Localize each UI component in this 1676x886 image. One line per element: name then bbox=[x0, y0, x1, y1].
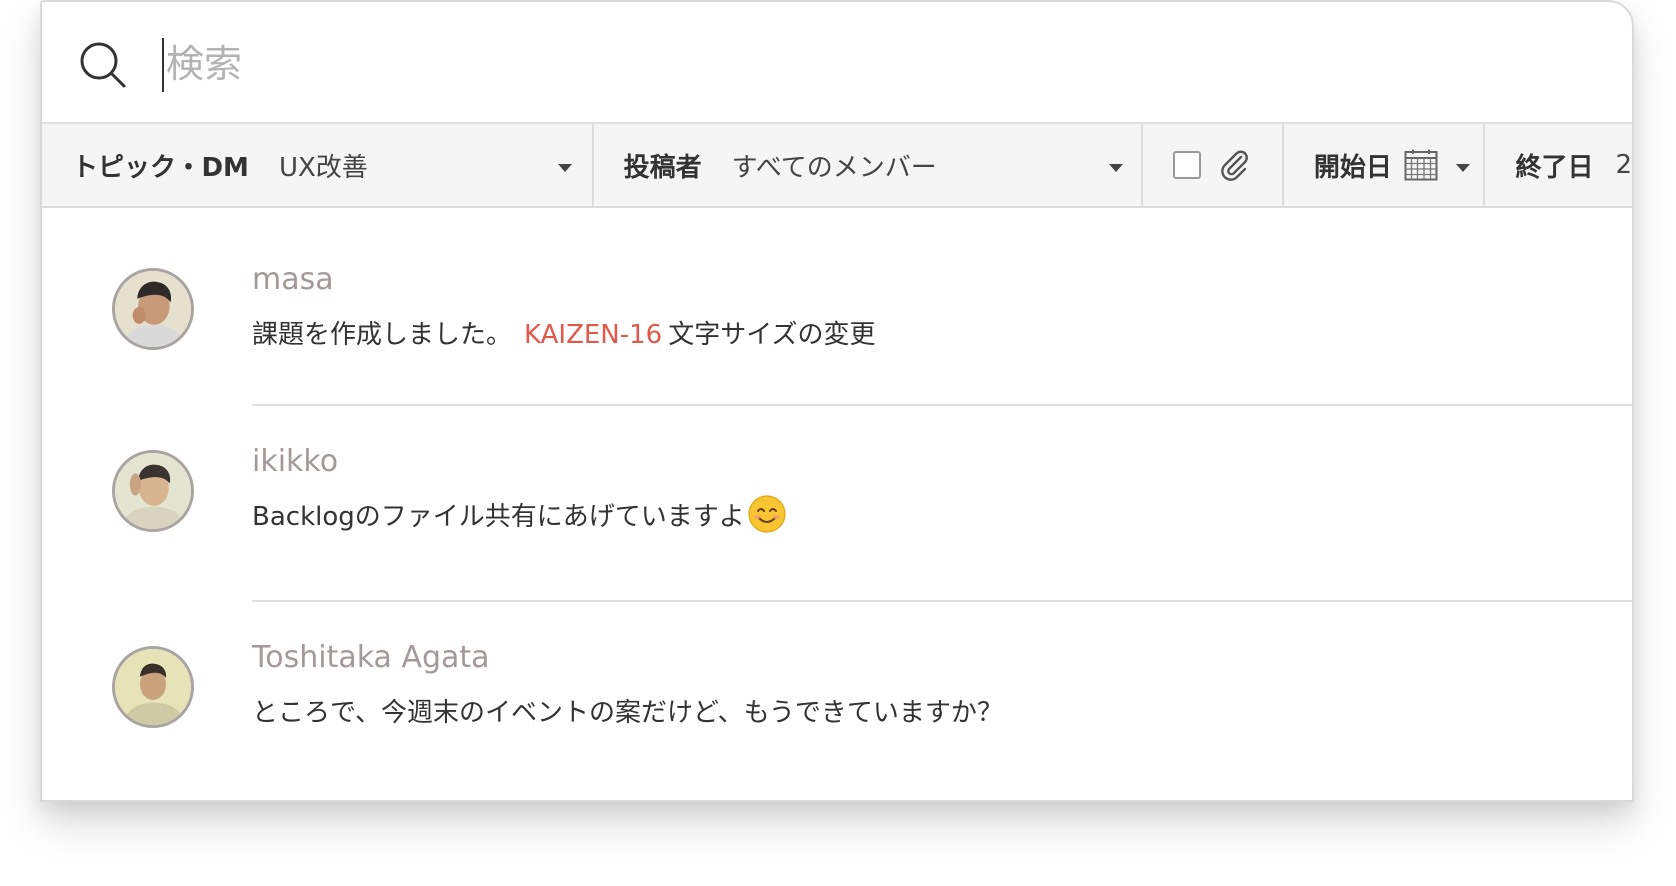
author-filter-label: 投稿者 bbox=[623, 152, 702, 183]
avatar[interactable] bbox=[112, 646, 194, 728]
avatar-photo bbox=[115, 453, 191, 529]
chevron-down-icon bbox=[1455, 164, 1470, 172]
message-text: Backlogのファイル共有にあげていますよ bbox=[252, 494, 787, 538]
start-date-label: 開始日 bbox=[1313, 152, 1392, 183]
message-text-body: ところで、今週末のイベントの案だけど、もうできていますか？ bbox=[252, 698, 1003, 728]
attachment-filter bbox=[1143, 124, 1284, 206]
message-text: ところで、今週末のイベントの案だけど、もうできていますか？ bbox=[252, 692, 1003, 729]
message-author[interactable]: masa bbox=[252, 262, 334, 297]
list-item[interactable]: masa 課題を作成しました。 KAIZEN-16 文字サイズの変更 bbox=[42, 208, 1632, 404]
text-caret bbox=[162, 38, 164, 92]
issue-link[interactable]: KAIZEN-16 bbox=[524, 320, 662, 350]
author-filter-dropdown[interactable]: 投稿者 すべてのメンバー bbox=[594, 124, 1144, 206]
message-text-body: Backlogのファイル共有にあげていますよ bbox=[252, 502, 745, 532]
message-author[interactable]: ikikko bbox=[252, 444, 338, 479]
chevron-down-icon bbox=[1108, 164, 1123, 172]
message-text-after: 文字サイズの変更 bbox=[668, 320, 876, 350]
list-item[interactable]: ikikko Backlogのファイル共有にあげていますよ bbox=[42, 404, 1632, 600]
topic-filter-dropdown[interactable]: トピック・DM UX改善 bbox=[42, 124, 594, 206]
attachment-only-checkbox[interactable] bbox=[1173, 151, 1202, 179]
calendar-icon bbox=[1404, 149, 1438, 181]
message-text: 課題を作成しました。 KAIZEN-16 文字サイズの変更 bbox=[252, 314, 875, 351]
search-input[interactable] bbox=[162, 36, 1066, 92]
smiling-face-emoji bbox=[748, 494, 786, 533]
paperclip-icon bbox=[1221, 150, 1249, 181]
search-panel: トピック・DM UX改善 投稿者 すべてのメンバー 開始日 bbox=[40, 0, 1634, 802]
start-date-filter[interactable]: 開始日 bbox=[1284, 124, 1486, 206]
chevron-down-icon bbox=[558, 164, 572, 172]
author-filter-value: すべてのメンバー bbox=[731, 152, 937, 183]
search-icon[interactable] bbox=[78, 40, 128, 90]
topic-filter-value: UX改善 bbox=[278, 152, 368, 183]
message-text-before: 課題を作成しました。 bbox=[252, 320, 513, 350]
end-date-label: 終了日 bbox=[1515, 152, 1594, 183]
avatar[interactable] bbox=[112, 450, 194, 532]
avatar-photo bbox=[115, 649, 191, 725]
end-date-filter[interactable]: 終了日 2 bbox=[1485, 124, 1632, 206]
avatar[interactable] bbox=[112, 268, 194, 350]
avatar-photo bbox=[115, 271, 191, 347]
filter-bar: トピック・DM UX改善 投稿者 すべてのメンバー 開始日 終了日 2 bbox=[42, 124, 1632, 208]
search-bar bbox=[42, 2, 1632, 124]
message-author[interactable]: Toshitaka Agata bbox=[252, 640, 490, 675]
list-item[interactable]: Toshitaka Agata ところで、今週末のイベントの案だけど、もうできて… bbox=[42, 600, 1632, 796]
topic-filter-label: トピック・DM bbox=[72, 152, 249, 183]
end-date-value: 2 bbox=[1615, 150, 1632, 180]
